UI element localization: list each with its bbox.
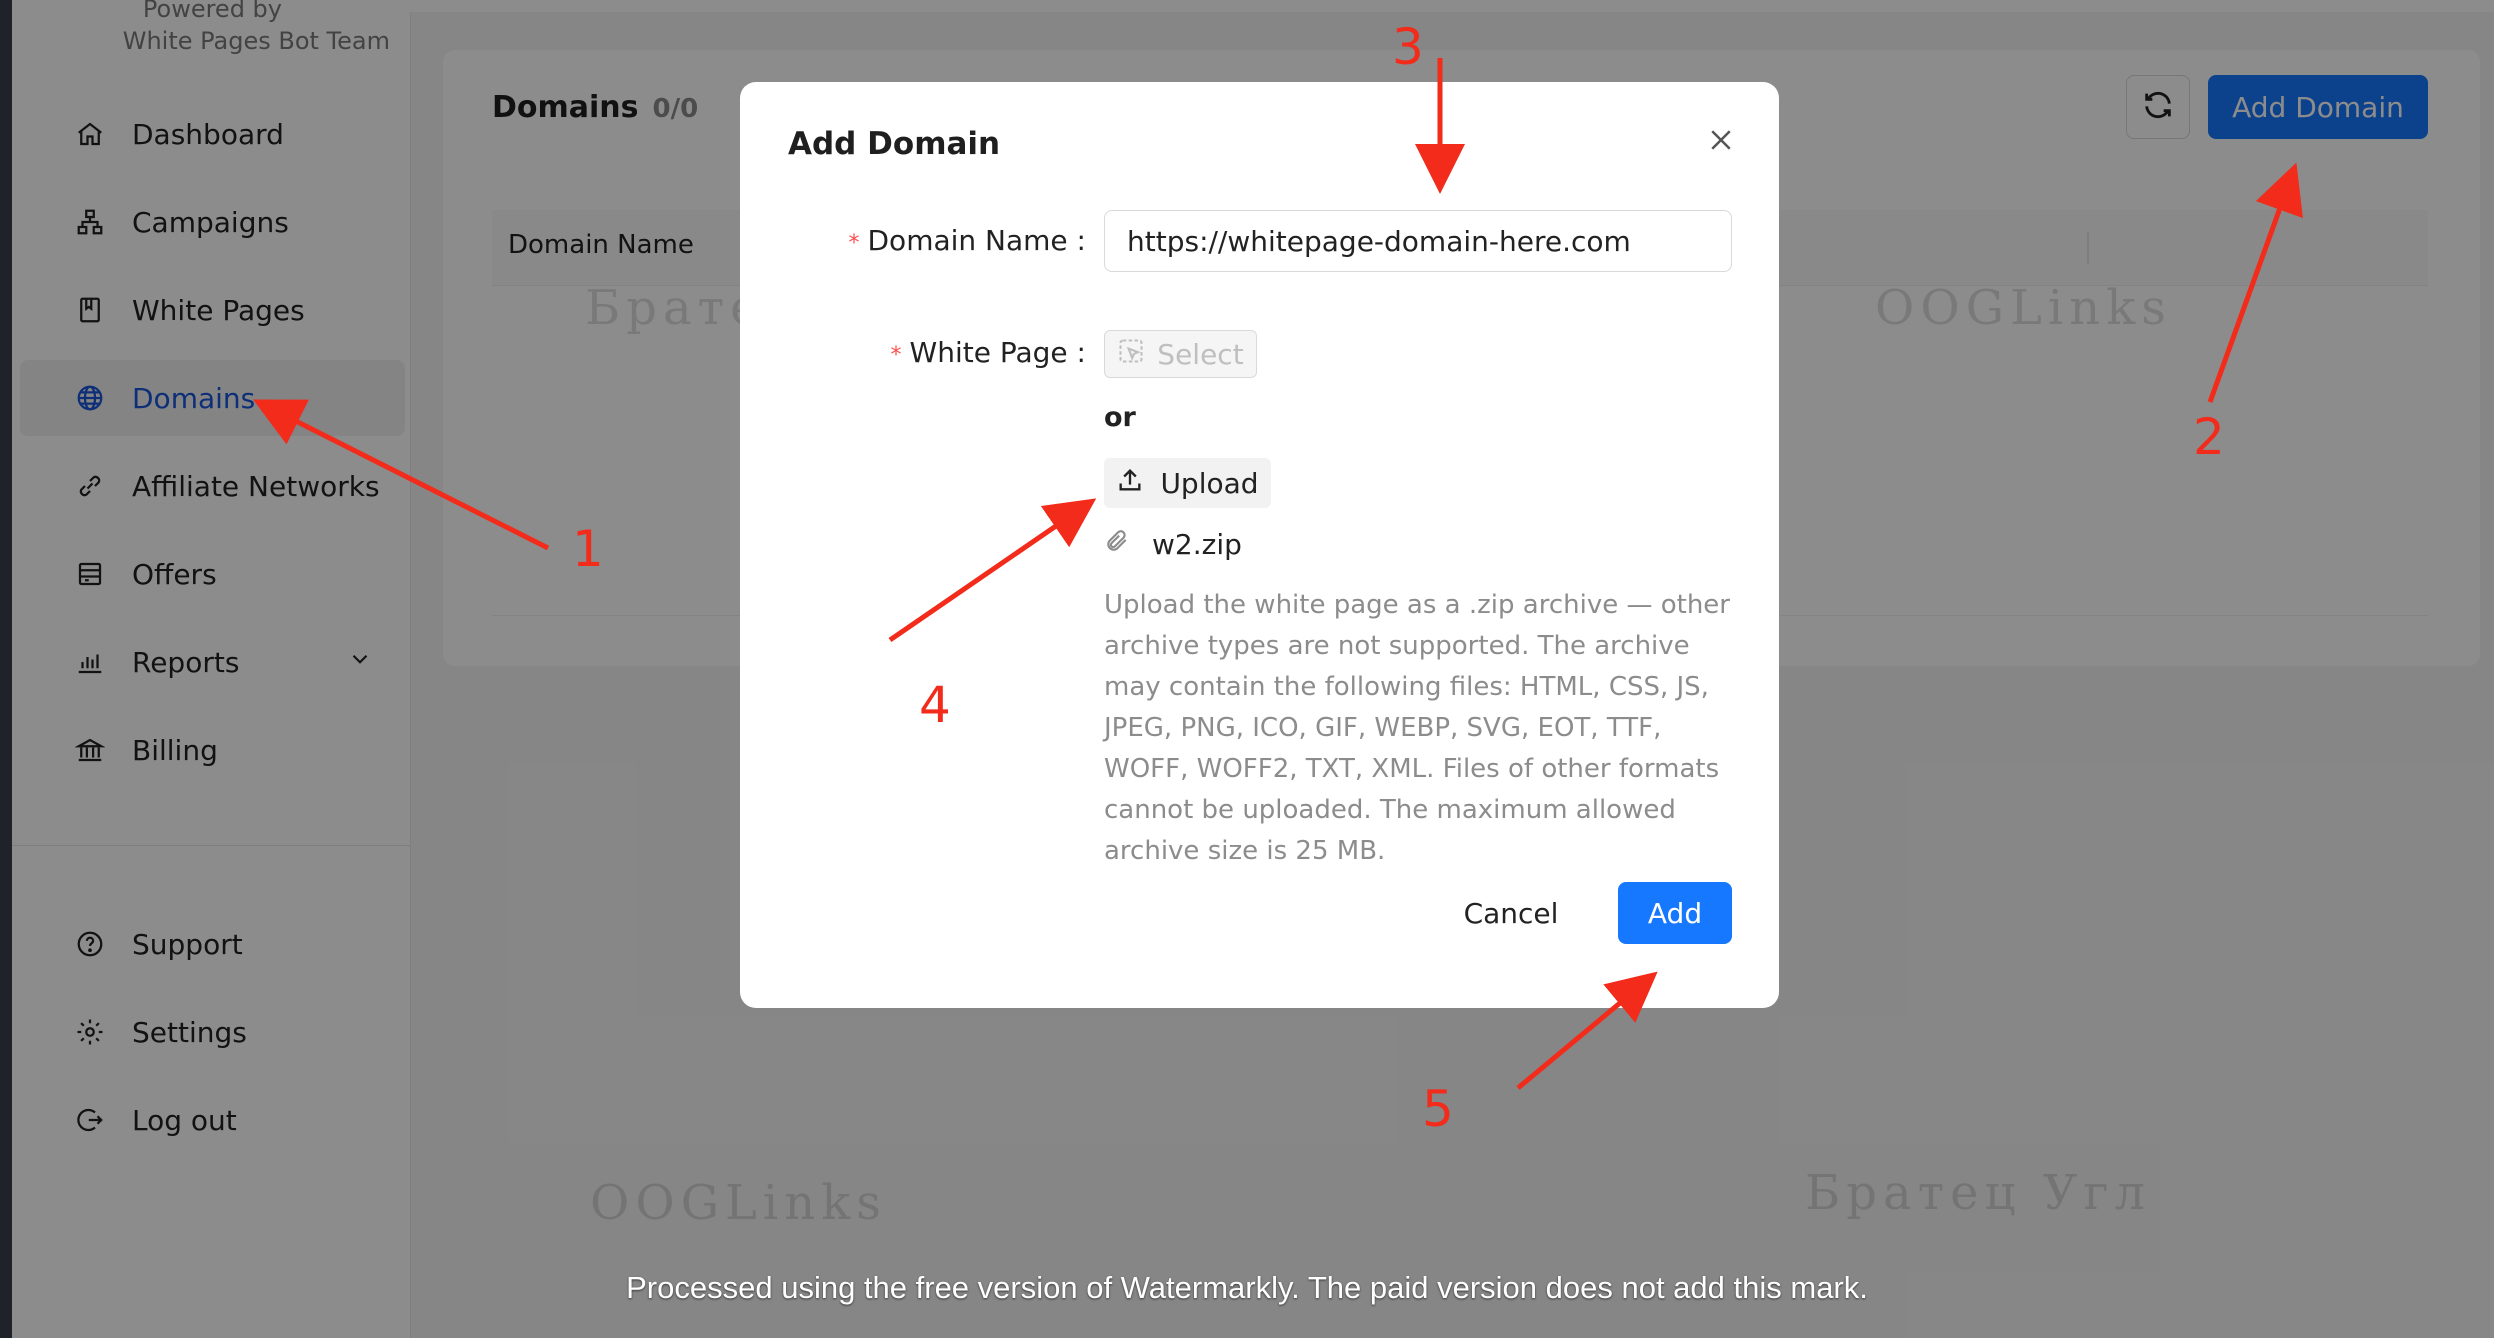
annotation-number-2: 2 <box>2193 408 2225 466</box>
upload-label: Upload <box>1160 466 1259 500</box>
select-label: Select <box>1157 337 1244 371</box>
required-mark: * <box>848 231 860 256</box>
required-mark: * <box>890 343 902 368</box>
select-cursor-icon <box>1117 337 1145 372</box>
close-icon[interactable] <box>1703 122 1739 158</box>
upload-hint: Upload the white page as a .zip archive … <box>1104 590 1730 866</box>
white-page-label-text: White Page <box>909 336 1068 369</box>
modal-title: Add Domain <box>788 126 1001 162</box>
add-domain-modal: Add Domain * Domain Name : https://whitep… <box>740 82 1779 1008</box>
upload-button[interactable]: Upload <box>1104 458 1271 508</box>
domain-name-label-text: Domain Name <box>867 224 1068 257</box>
annotation-number-1: 1 <box>572 520 604 578</box>
annotation-number-4: 4 <box>919 676 951 734</box>
label-colon: : <box>1067 224 1086 257</box>
annotation-number-3: 3 <box>1392 18 1424 76</box>
paperclip-icon <box>1104 528 1130 561</box>
domain-name-input[interactable]: https://whitepage-domain-here.com <box>1104 210 1732 272</box>
white-page-select-button[interactable]: Select <box>1104 330 1257 378</box>
add-button[interactable]: Add <box>1618 882 1732 944</box>
or-text: or <box>1104 402 1136 433</box>
uploaded-file[interactable]: w2.zip <box>1104 524 1242 564</box>
label-colon: : <box>1067 336 1086 369</box>
file-name: w2.zip <box>1152 527 1242 561</box>
upload-icon <box>1116 466 1144 501</box>
watermark-footer: Processed using the free version of Wate… <box>626 1270 1868 1305</box>
white-page-label: * White Page : <box>891 336 1086 369</box>
domain-name-label: * Domain Name : <box>849 224 1087 257</box>
annotation-number-5: 5 <box>1422 1080 1454 1138</box>
cancel-button[interactable]: Cancel <box>1453 882 1569 944</box>
